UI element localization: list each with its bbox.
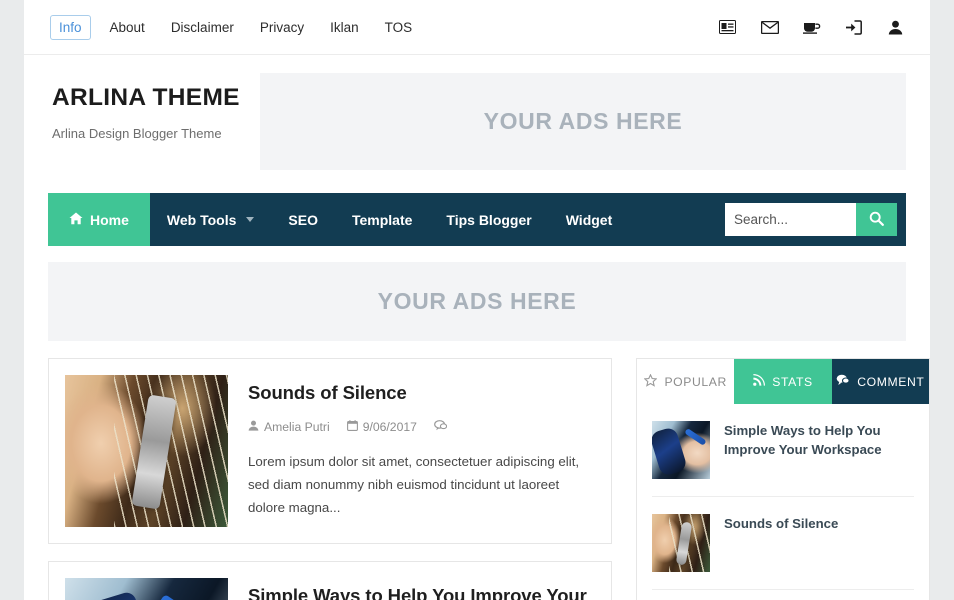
home-icon — [69, 212, 83, 228]
chevron-down-icon — [246, 217, 255, 222]
content-ad-label: YOUR ADS HERE — [377, 288, 577, 314]
calendar-icon — [346, 420, 358, 434]
nav-item-widget[interactable]: Widget — [549, 193, 630, 246]
list-item[interactable]: Sounds of Silence — [652, 497, 914, 590]
nav-item-template-label: Template — [351, 211, 413, 228]
topnav-link-tos[interactable]: TOS — [372, 15, 426, 40]
topnav-link-info[interactable]: Info — [50, 14, 91, 40]
post-list: Sounds of Silence Amelia Putri 9/06/2017… — [48, 358, 612, 600]
list-item[interactable]: Simple Ways to Help You Improve Your Wor… — [652, 404, 914, 497]
coffee-cup-icon[interactable] — [802, 18, 821, 37]
sidebar-widget: POPULAR STATS COMMENT Simple Ways to Hel… — [636, 358, 930, 600]
site-header: ARLINA THEME Arlina Design Blogger Theme… — [24, 55, 930, 184]
nav-item-template[interactable]: Template — [335, 193, 429, 246]
post-author: Amelia Putri — [248, 420, 330, 434]
top-bar: Info About Disclaimer Privacy Iklan TOS — [24, 0, 930, 55]
main-menu: Home Web Tools SEO Template Tips Blogger… — [48, 193, 629, 246]
sidebar-thumbnail — [652, 421, 710, 479]
sidebar-post-title[interactable]: Sounds of Silence — [724, 514, 838, 534]
site-container: Info About Disclaimer Privacy Iklan TOS — [24, 0, 930, 600]
post-card: Sounds of Silence Amelia Putri 9/06/2017… — [48, 358, 612, 544]
nav-item-tips-blogger-label: Tips Blogger — [446, 211, 532, 228]
post-body: Simple Ways to Help You Improve Your Wor… — [248, 578, 595, 600]
post-date: 9/06/2017 — [346, 420, 417, 435]
nav-item-web-tools[interactable]: Web Tools — [150, 193, 271, 246]
topnav-link-privacy[interactable]: Privacy — [247, 15, 317, 40]
phone-photo — [65, 578, 228, 600]
sign-in-icon[interactable] — [844, 18, 863, 37]
phone-photo — [652, 421, 710, 479]
nav-item-seo[interactable]: SEO — [271, 193, 335, 246]
post-title[interactable]: Simple Ways to Help You Improve Your Wor… — [248, 584, 595, 600]
top-navigation: Info About Disclaimer Privacy Iklan TOS — [48, 14, 426, 40]
post-meta: Amelia Putri 9/06/2017 — [248, 420, 595, 434]
site-title[interactable]: ARLINA THEME — [52, 84, 257, 112]
post-author-name: Amelia Putri — [264, 420, 330, 435]
card-list-icon[interactable] — [718, 18, 737, 37]
tab-popular-label: POPULAR — [664, 374, 727, 389]
page-root: Info About Disclaimer Privacy Iklan TOS — [0, 0, 954, 600]
sidebar-post-list: Simple Ways to Help You Improve Your Wor… — [637, 404, 929, 600]
nav-item-tips-blogger[interactable]: Tips Blogger — [429, 193, 548, 246]
post-date-text: 9/06/2017 — [362, 420, 417, 435]
main-navigation: Home Web Tools SEO Template Tips Blogger… — [48, 193, 906, 246]
content-area: Sounds of Silence Amelia Putri 9/06/2017… — [48, 358, 930, 600]
tab-popular[interactable]: POPULAR — [637, 359, 735, 404]
search-icon — [869, 211, 884, 229]
star-icon — [643, 372, 658, 390]
tab-stats-label: STATS — [772, 374, 813, 389]
post-comments[interactable] — [434, 420, 448, 434]
user-icon — [248, 420, 259, 434]
post-title[interactable]: Sounds of Silence — [248, 381, 595, 405]
post-body: Sounds of Silence Amelia Putri 9/06/2017… — [248, 375, 595, 527]
post-thumbnail[interactable] — [65, 578, 228, 600]
tab-comment-label: COMMENT — [857, 374, 925, 389]
post-excerpt: Lorem ipsum dolor sit amet, consectetuer… — [248, 454, 580, 516]
envelope-icon[interactable] — [760, 18, 779, 37]
comment-icon — [836, 374, 850, 389]
nav-item-web-tools-label: Web Tools — [166, 211, 237, 228]
top-icon-group — [718, 18, 905, 37]
comment-icon — [434, 420, 448, 434]
tab-comment[interactable]: COMMENT — [831, 359, 929, 404]
post-thumbnail[interactable] — [65, 375, 228, 527]
sidebar-tabs: POPULAR STATS COMMENT — [637, 359, 929, 404]
nav-item-home[interactable]: Home — [48, 193, 150, 246]
topnav-link-disclaimer[interactable]: Disclaimer — [158, 15, 247, 40]
user-icon[interactable] — [886, 18, 905, 37]
nav-item-widget-label: Widget — [565, 211, 613, 228]
guitar-photo — [652, 514, 710, 572]
nav-item-home-label: Home — [90, 211, 129, 228]
topnav-link-iklan[interactable]: Iklan — [317, 15, 372, 40]
guitar-photo — [65, 375, 228, 527]
rss-icon — [753, 374, 766, 389]
topnav-link-about[interactable]: About — [97, 15, 158, 40]
branding: ARLINA THEME Arlina Design Blogger Theme — [52, 73, 257, 170]
tab-stats[interactable]: STATS — [734, 359, 832, 404]
search-button[interactable] — [856, 203, 897, 236]
sidebar-post-title[interactable]: Simple Ways to Help You Improve Your Wor… — [724, 421, 914, 459]
content-ad-slot[interactable]: YOUR ADS HERE — [48, 262, 906, 341]
header-ad-slot[interactable]: YOUR ADS HERE — [260, 73, 906, 170]
list-item[interactable]: Visit Interesting Places in — [652, 590, 914, 600]
header-ad-label: YOUR ADS HERE — [483, 108, 683, 134]
site-tagline: Arlina Design Blogger Theme — [52, 125, 222, 141]
sidebar: POPULAR STATS COMMENT Simple Ways to Hel… — [636, 358, 930, 600]
search-form — [725, 193, 906, 246]
post-card: Simple Ways to Help You Improve Your Wor… — [48, 561, 612, 600]
nav-item-seo-label: SEO — [288, 211, 318, 228]
sidebar-thumbnail — [652, 514, 710, 572]
search-input[interactable] — [725, 203, 856, 236]
